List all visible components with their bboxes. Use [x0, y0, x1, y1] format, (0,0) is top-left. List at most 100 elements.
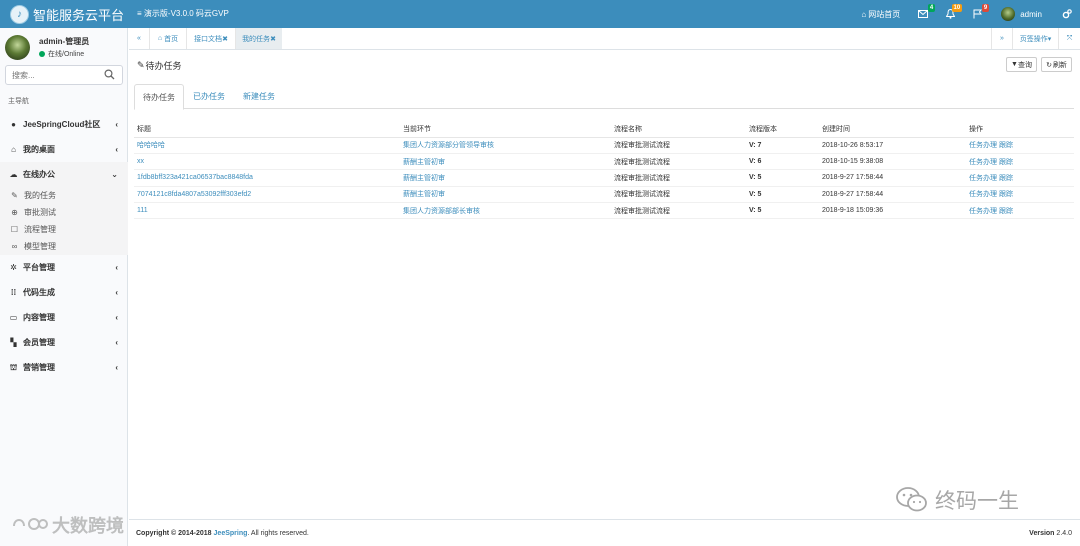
flag-icon [973, 9, 983, 19]
main-content: ✎ 待办任务 ▼ 查询 ↻ 刷新 待办任务 已办任务 新建任务 标题 当前环节 流程… [129, 51, 1080, 519]
sidebar-subitem-process-manage[interactable]: ☐ 流程管理 [0, 221, 128, 238]
tab-done-tasks[interactable]: 已办任务 [184, 84, 234, 109]
avatar [1001, 7, 1016, 21]
globe-icon: ⊕ [11, 208, 18, 217]
task-node-link[interactable]: 薪酬主管初审 [400, 169, 611, 187]
close-icon[interactable]: ✖ [270, 35, 276, 43]
sidebar-subitem-my-tasks[interactable]: ✎ 我的任务 [0, 187, 128, 204]
track-task-link[interactable]: 跟踪 [999, 191, 1013, 198]
chevron-left-icon: ‹ [115, 145, 118, 154]
sidebar-item-content[interactable]: ▭ 内容管理 ‹ [0, 305, 128, 330]
handle-task-link[interactable]: 任务办理 [969, 191, 997, 198]
watermark-right: 终码一生 [895, 485, 1019, 515]
sidebar-subitem-approval-test[interactable]: ⊕ 审批测试 [0, 204, 128, 221]
scroll-left-button[interactable]: « [129, 28, 150, 49]
tab-api-docs[interactable]: 接口文档 ✖ [187, 28, 236, 49]
sidebar-item-community[interactable]: ● JeeSpringCloud社区 ‹ [0, 112, 128, 137]
tab-my-tasks[interactable]: 我的任务 ✖ [236, 28, 282, 49]
close-icon[interactable]: ✖ [222, 35, 228, 43]
watermark-left: 大数跨境 [10, 512, 124, 538]
fullscreen-button[interactable]: ⤧ [1058, 28, 1080, 49]
task-title-link[interactable]: xx [134, 153, 400, 171]
tab-new-task[interactable]: 新建任务 [234, 84, 284, 109]
track-task-link[interactable]: 跟踪 [999, 175, 1013, 182]
sidebar-search [5, 65, 123, 85]
user-menu[interactable]: admin [991, 0, 1054, 28]
chevron-left-icon: ‹ [115, 363, 118, 372]
site-home-link[interactable]: ⌂ 网站首页 [852, 0, 909, 28]
task-title-link[interactable]: 7074121c8fda4807a53092fff303efd2 [134, 186, 400, 204]
track-task-link[interactable]: 跟踪 [999, 159, 1013, 166]
table-header-row: 标题 当前环节 流程名称 流程版本 创建时间 操作 [134, 122, 1074, 138]
handle-task-link[interactable]: 任务办理 [969, 159, 997, 166]
chevron-left-icon: ‹ [115, 338, 118, 347]
task-title-link[interactable]: 1fdb8bff323a421ca06537bac8848fda [134, 169, 400, 187]
task-node-link[interactable]: 集团人力资源部部长审核 [400, 202, 611, 220]
app-logo[interactable]: ♪ 智能服务云平台 [10, 4, 124, 24]
sidebar-item-desktop[interactable]: ⌂ 我的桌面 ‹ [0, 137, 128, 162]
sidebar-subitem-model-manage[interactable]: ∞ 模型管理 [0, 238, 128, 255]
wechat-icon [896, 487, 927, 512]
task-node-link[interactable]: 薪酬主管初审 [400, 153, 611, 171]
scroll-right-button[interactable]: » [991, 28, 1012, 49]
handle-task-link[interactable]: 任务办理 [969, 175, 997, 182]
nav-header: 主导航 [8, 98, 29, 105]
task-node-link[interactable]: 集团人力资源部分管领导审核 [400, 137, 611, 154]
sidebar-item-members[interactable]: ▚ 会员管理 ‹ [0, 330, 128, 355]
notifications-button[interactable]: 10 [937, 0, 964, 28]
sidebar-item-codegen[interactable]: ⁞⁞ 代码生成 ‹ [0, 280, 128, 305]
mail-count-badge: 4 [927, 4, 936, 12]
track-task-link[interactable]: 跟踪 [999, 208, 1013, 215]
refresh-button[interactable]: ↻ 刷新 [1041, 57, 1072, 72]
table-row: 哈哈哈哈 集团人力资源部分管领导审核 流程审批测试流程 V: 7 2018-10… [134, 137, 1074, 154]
chevron-down-icon: ⌄ [111, 170, 118, 179]
square-icon: ☐ [10, 225, 19, 234]
search-input[interactable] [6, 66, 102, 84]
cloud-icon: ☁ [9, 170, 18, 179]
sidebar-item-office[interactable]: ☁ 在线办公 ⌄ [0, 162, 128, 187]
filter-icon: ▼ [1011, 61, 1018, 68]
tab-pending-tasks[interactable]: 待办任务 [134, 84, 184, 110]
link-icon: ∞ [11, 242, 18, 251]
task-actions: 任务办理 跟踪 [966, 186, 1074, 204]
track-task-link[interactable]: 跟踪 [999, 142, 1013, 149]
top-navbar: ♪ 智能服务云平台 ≡ 演示版-V3.0.0 码云GVP ⌂ 网站首页 4 10… [0, 0, 1080, 28]
task-version: V: 5 [746, 169, 819, 187]
user-panel: admin-管理员 在线/Online [5, 34, 125, 64]
task-created-time: 2018-9-27 17:58:44 [819, 186, 966, 204]
chevron-left-icon: ‹ [115, 313, 118, 322]
tasks-button[interactable]: 9 [964, 0, 991, 28]
col-process-name: 流程名称 [611, 122, 746, 138]
tab-home[interactable]: ⌂ 首页 [150, 28, 187, 49]
cogs-icon [1062, 9, 1072, 19]
sidebar-item-platform[interactable]: ✲ 平台管理 ‹ [0, 255, 128, 280]
version-menu[interactable]: ≡ 演示版-V3.0.0 码云GVP [137, 8, 229, 19]
messages-button[interactable]: 4 [909, 0, 937, 28]
col-title: 标题 [134, 122, 400, 138]
version-label: 演示版-V3.0.0 码云GVP [143, 9, 229, 18]
task-process-name: 流程审批测试流程 [611, 137, 746, 154]
double-left-icon: « [137, 35, 141, 42]
app-version: Version 2.4.0 [1029, 530, 1072, 537]
chevron-left-icon: ‹ [115, 263, 118, 272]
sidebar-item-marketing[interactable]: ⛫ 营销管理 ‹ [0, 355, 128, 380]
handle-task-link[interactable]: 任务办理 [969, 208, 997, 215]
online-dot-icon [39, 51, 45, 57]
task-node-link[interactable]: 薪酬主管初审 [400, 186, 611, 204]
chevron-left-icon: ‹ [115, 288, 118, 297]
monitor-icon: ▭ [9, 313, 18, 322]
handle-task-link[interactable]: 任务办理 [969, 142, 997, 149]
settings-button[interactable] [1054, 0, 1080, 28]
task-title-link[interactable]: 哈哈哈哈 [134, 137, 400, 154]
query-button[interactable]: ▼ 查询 [1006, 57, 1037, 72]
online-status: 在线/Online [39, 49, 84, 59]
page-ops-dropdown[interactable]: 页签操作 ▾ [1012, 28, 1058, 49]
task-process-name: 流程审批测试流程 [611, 202, 746, 220]
bell-count-badge: 10 [951, 4, 963, 12]
brand-link[interactable]: JeeSpring [214, 530, 248, 537]
search-icon[interactable] [104, 69, 115, 80]
mail-icon [918, 10, 929, 18]
map-icon: ▚ [10, 338, 17, 347]
task-title-link[interactable]: 111 [134, 202, 400, 220]
task-created-time: 2018-10-15 9:38:08 [819, 153, 966, 171]
